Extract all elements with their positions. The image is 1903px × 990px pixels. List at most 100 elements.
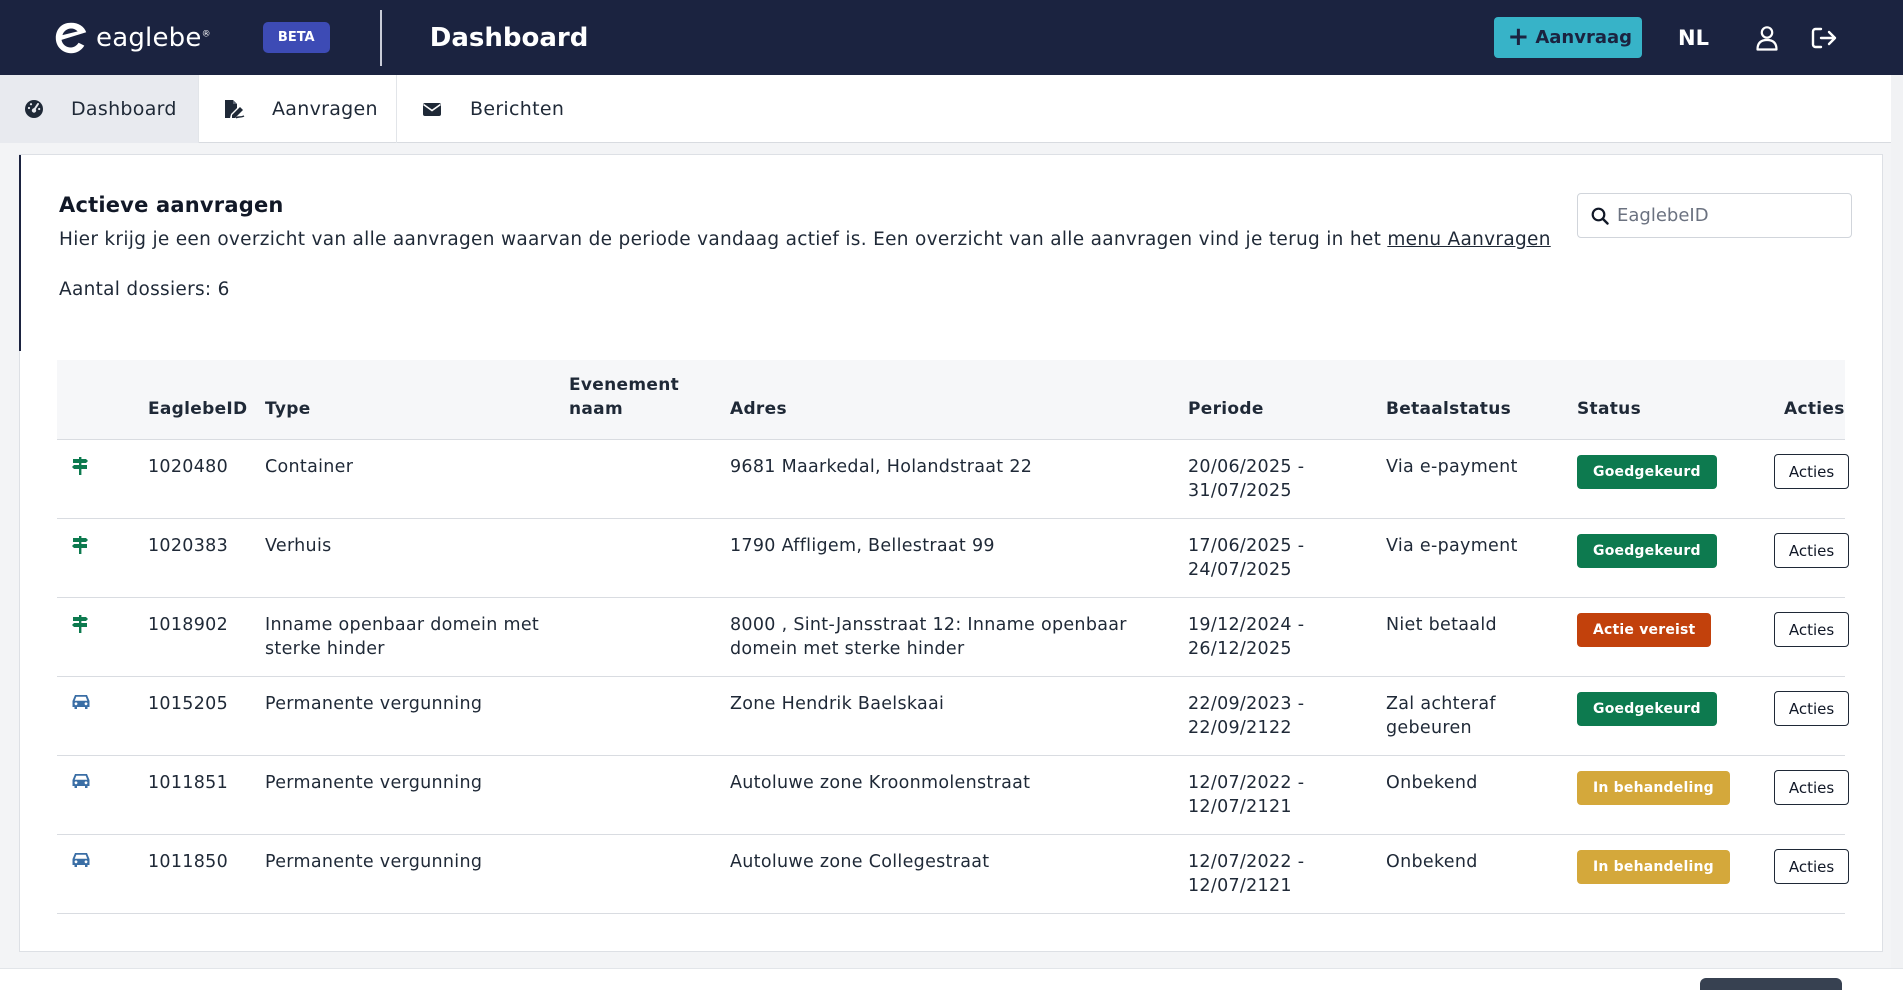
signpost-icon [71,535,91,555]
cell-type: Inname openbaar domein met sterke hinder [265,615,540,659]
cell-period: 22/09/2023 - 22/09/2122 [1188,694,1305,738]
acties-button[interactable]: Acties [1774,612,1849,647]
column-header-address[interactable]: Adres [730,397,787,421]
table-row[interactable]: 1015205 Permanente vergunning Zone Hendr… [57,677,1849,756]
actions-cell: Acties [1774,612,1849,647]
search-input[interactable] [1617,205,1837,226]
logo-text: eaglebe® [96,22,211,53]
cell-address: Autoluwe zone Kroonmolenstraat [730,773,1031,793]
status-cell: Actie vereist [1577,613,1712,647]
car-icon [71,772,91,792]
envelope-icon [421,98,443,120]
language-selector[interactable]: NL [1678,26,1709,50]
search-box[interactable] [1577,193,1852,238]
car-icon [71,851,91,871]
active-requests-card: Actieve aanvragen Hier krijg je een over… [19,154,1883,952]
status-badge: Goedgekeurd [1577,692,1717,726]
status-cell: Goedgekeurd [1577,534,1717,568]
footer-strip [0,968,1903,990]
cell-type: Permanente vergunning [265,694,483,714]
acties-button[interactable]: Acties [1774,770,1849,805]
tab-aanvragen[interactable]: Aanvragen [199,75,397,143]
column-header-payment[interactable]: Betaalstatus [1386,397,1511,421]
page-scrollbar[interactable] [1891,75,1903,990]
table-body: 1020480 Container 9681 Maarkedal, Holand… [57,440,1849,914]
logout-icon[interactable] [1811,24,1839,52]
card-title: Actieve aanvragen [59,193,284,217]
cell-address: Zone Hendrik Baelskaai [730,694,945,714]
cell-address: 1790 Affligem, Bellestraat 99 [730,536,995,556]
cell-address: Autoluwe zone Collegestraat [730,852,990,872]
dossier-count: Aantal dossiers: 6 [59,279,230,300]
beta-badge: BETA [262,22,330,53]
cell-period: 17/06/2025 - 24/07/2025 [1188,536,1305,580]
card-description: Hier krijg je een overzicht van alle aan… [59,229,1551,250]
column-header-id[interactable]: EaglebeID [148,397,247,421]
cell-type: Permanente vergunning [265,773,483,793]
tab-label: Dashboard [71,98,177,120]
user-icon[interactable] [1753,24,1781,52]
status-badge: Goedgekeurd [1577,534,1717,568]
menu-aanvragen-link[interactable]: menu Aanvragen [1387,229,1550,250]
header-actions: + Aanvraag NL [1493,17,1839,58]
signpost-icon [71,456,91,476]
cell-eaglebe-id: 1018902 [148,615,229,635]
car-icon [71,693,91,713]
actions-cell: Acties [1774,533,1849,568]
plus-icon: + [1507,21,1530,52]
actions-cell: Acties [1774,849,1849,884]
cell-eaglebe-id: 1011850 [148,852,229,872]
cell-eaglebe-id: 1020480 [148,457,229,477]
tab-bar: Dashboard Aanvragen Berichten [0,75,1903,143]
tab-dashboard[interactable]: Dashboard [0,75,199,143]
cell-payment-status: Onbekend [1386,773,1478,793]
tab-berichten[interactable]: Berichten [397,75,588,143]
cell-payment-status: Via e-payment [1386,457,1518,477]
cell-address: 8000 , Sint-Jansstraat 12: Inname openba… [730,615,1127,659]
column-header-actions: Acties [1784,399,1845,419]
cell-address: 9681 Maarkedal, Holandstraat 22 [730,457,1033,477]
cell-type: Permanente vergunning [265,852,483,872]
acties-button[interactable]: Acties [1774,849,1849,884]
table-row[interactable]: 1011850 Permanente vergunning Autoluwe z… [57,835,1849,914]
cell-eaglebe-id: 1015205 [148,694,229,714]
top-navbar: eaglebe® BETA Dashboard + Aanvraag NL [0,0,1903,75]
actions-cell: Acties [1774,454,1849,489]
eaglebe-logo-icon [55,22,87,53]
cell-payment-status: Niet betaald [1386,615,1497,635]
cell-payment-status: Via e-payment [1386,536,1518,556]
cell-type: Container [265,457,354,477]
new-request-label: Aanvraag [1535,27,1633,48]
status-cell: In behandeling [1577,850,1730,884]
column-header-status[interactable]: Status [1577,397,1641,421]
requests-table: EaglebeID Type Evenement naam Adres Peri… [57,360,1849,914]
signpost-icon [71,614,91,634]
cell-type: Verhuis [265,536,332,556]
table-row[interactable]: 1020383 Verhuis 1790 Affligem, Bellestra… [57,519,1849,598]
column-header-type[interactable]: Type [265,397,311,421]
cell-period: 12/07/2022 - 12/07/2121 [1188,852,1305,896]
description-text: Hier krijg je een overzicht van alle aan… [59,229,1388,250]
table-row[interactable]: 1020480 Container 9681 Maarkedal, Holand… [57,440,1849,519]
actions-cell: Acties [1774,770,1849,805]
status-cell: Goedgekeurd [1577,692,1717,726]
tab-label: Aanvragen [272,98,378,120]
eaglebe-logo[interactable]: eaglebe® [52,19,211,57]
card-accent-bar [19,155,21,351]
new-request-button[interactable]: + Aanvraag [1493,17,1643,58]
cell-payment-status: Zal achteraf gebeuren [1386,694,1496,738]
column-header-event-name[interactable]: Evenement naam [569,373,679,421]
acties-button[interactable]: Acties [1774,533,1849,568]
column-header-period[interactable]: Periode [1188,397,1264,421]
status-badge: In behandeling [1577,850,1730,884]
table-row[interactable]: 1018902 Inname openbaar domein met sterk… [57,598,1849,677]
cell-eaglebe-id: 1011851 [148,773,229,793]
acties-button[interactable]: Acties [1774,454,1849,489]
floating-button[interactable] [1700,978,1842,990]
table-row[interactable]: 1011851 Permanente vergunning Autoluwe z… [57,756,1849,835]
file-signature-icon [223,98,245,120]
cell-period: 19/12/2024 - 26/12/2025 [1188,615,1305,659]
dashboard-icon [24,98,44,120]
search-icon [1591,207,1609,225]
acties-button[interactable]: Acties [1774,691,1849,726]
